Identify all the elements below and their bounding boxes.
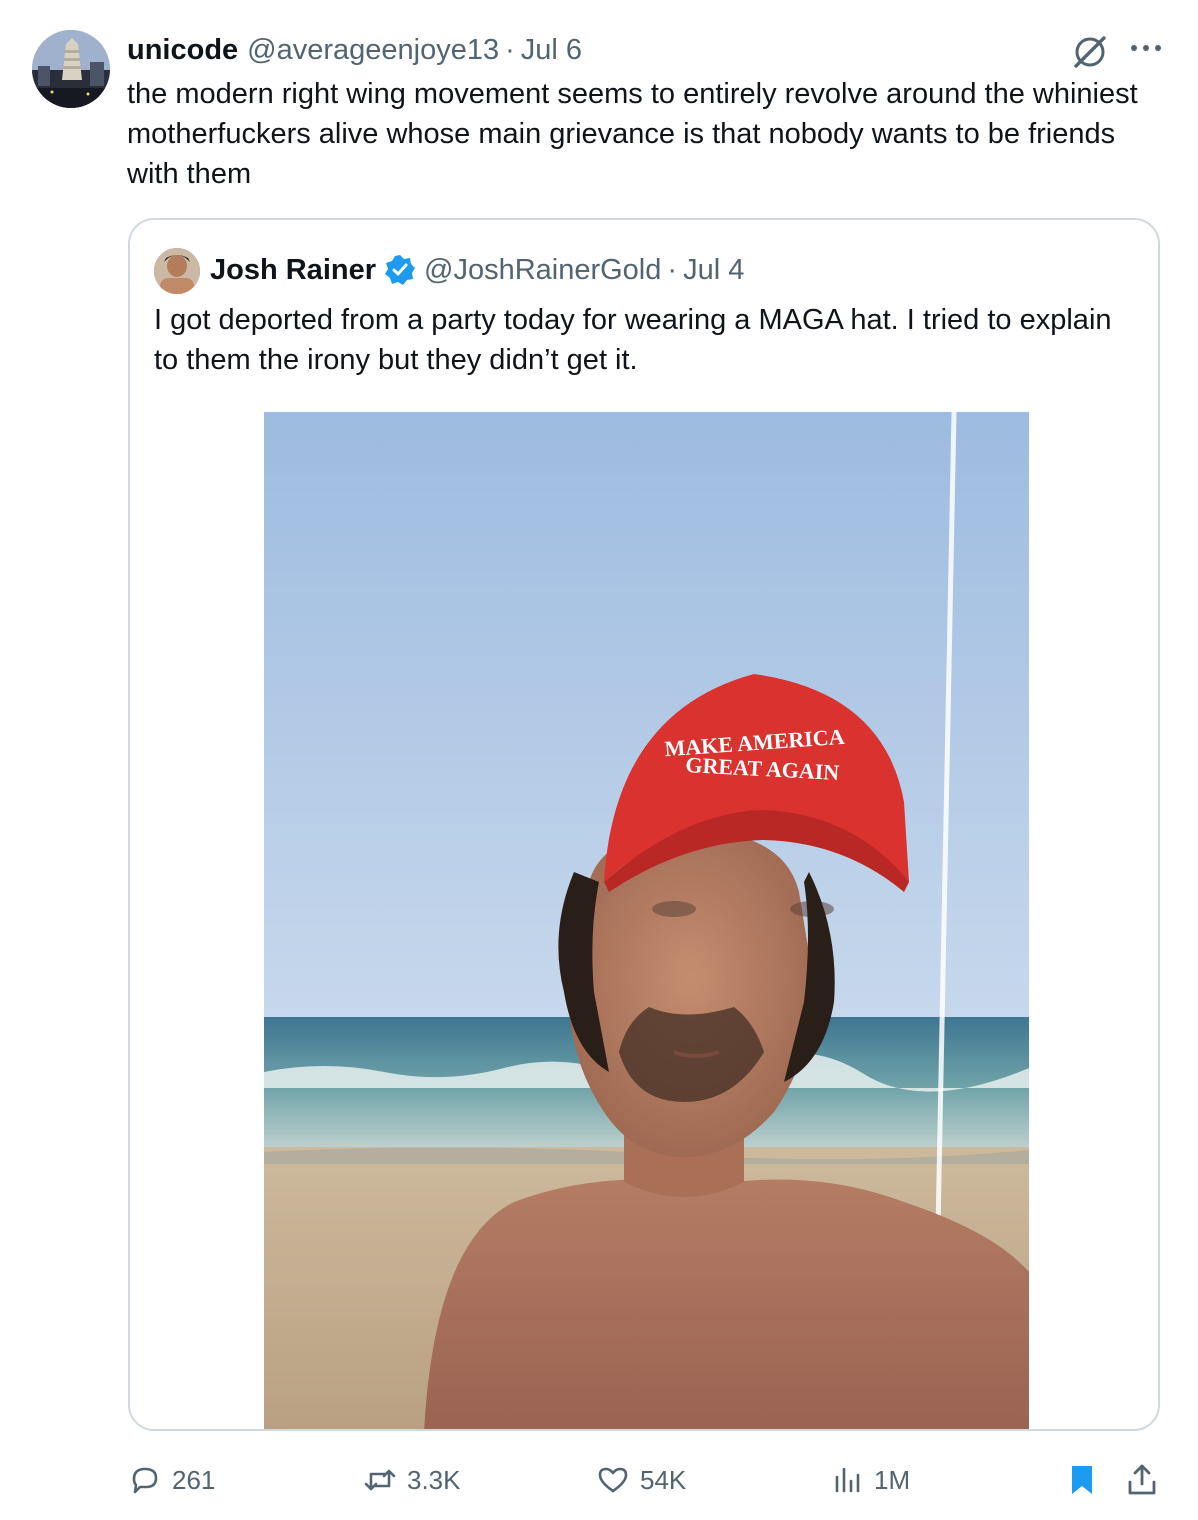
more-icon[interactable] xyxy=(1128,36,1164,60)
author-name[interactable]: unicode xyxy=(127,34,238,67)
tweet: unicode @averageenjoye13 · Jul 6 the mod… xyxy=(0,0,1198,1520)
tweet-date[interactable]: Jul 6 xyxy=(521,34,582,67)
quoted-author-handle[interactable]: @JoshRainerGold xyxy=(424,254,661,287)
quoted-tweet-photo[interactable]: MAKE AMERICA GREAT AGAIN xyxy=(264,412,1029,1429)
author-avatar[interactable] xyxy=(32,30,110,108)
retweet-count: 3.3K xyxy=(407,1464,461,1495)
reply-icon xyxy=(132,1467,158,1494)
views-button[interactable]: 1M xyxy=(830,1452,910,1508)
grok-icon[interactable] xyxy=(1070,32,1110,72)
separator-dot: · xyxy=(505,33,515,66)
share-icon[interactable] xyxy=(1124,1462,1160,1498)
author-handle[interactable]: @averageenjoye13 xyxy=(247,34,499,67)
action-bar: 261 3.3K 54K 1M xyxy=(0,1452,1198,1508)
quoted-tweet-date[interactable]: Jul 4 xyxy=(683,254,744,287)
like-icon xyxy=(598,1467,628,1493)
verified-badge-icon xyxy=(385,255,415,285)
tweet-header: unicode @averageenjoye13 · Jul 6 xyxy=(127,30,582,70)
quoted-tweet[interactable]: Josh Rainer @JoshRainerGold · Jul 4 I go… xyxy=(128,218,1160,1431)
separator-dot: · xyxy=(667,253,678,286)
quoted-tweet-header: Josh Rainer @JoshRainerGold · Jul 4 xyxy=(210,250,744,290)
quoted-tweet-text: I got deported from a party today for we… xyxy=(154,304,1112,376)
like-button[interactable]: 54K xyxy=(596,1452,686,1508)
quoted-author-name[interactable]: Josh Rainer xyxy=(210,254,376,287)
views-count: 1M xyxy=(874,1464,911,1495)
retweet-icon xyxy=(364,1469,396,1491)
bookmark-icon[interactable] xyxy=(1064,1462,1100,1498)
views-icon xyxy=(835,1467,860,1493)
like-count: 54K xyxy=(640,1464,687,1495)
reply-count: 261 xyxy=(172,1464,216,1495)
tweet-text: the modern right wing movement seems to … xyxy=(127,78,1138,190)
quoted-author-avatar[interactable] xyxy=(154,248,200,294)
reply-button[interactable]: 261 xyxy=(128,1452,215,1508)
retweet-button[interactable]: 3.3K xyxy=(363,1452,461,1508)
